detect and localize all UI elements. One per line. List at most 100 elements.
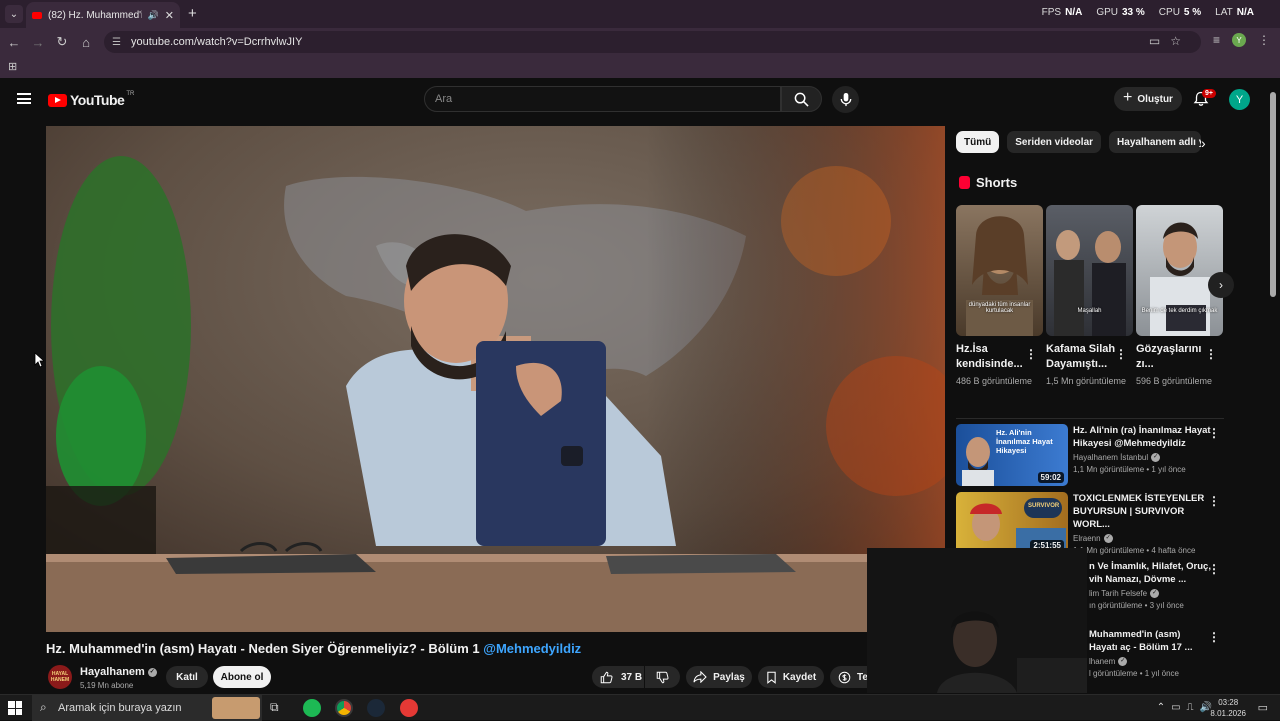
region-code: TR [126,91,135,97]
video-channel[interactable]: Elraenn ✓ [1073,534,1211,544]
tab-search-button[interactable]: ⌄ [5,5,23,23]
short-card[interactable]: Maşallah Kafama Silah Dayamıştı... ⋮ 1,5… [1046,205,1133,388]
media-controls-icon[interactable]: ≡ [1213,33,1220,47]
chip-all[interactable]: Tümü [956,131,1000,153]
address-bar[interactable]: ☰ youtube.com/watch?v=DcrrhvlwJIY ▭☆ [104,31,1201,53]
bookmark-star-icon[interactable]: ▭☆ [1149,34,1191,48]
thanks-dollar-icon [838,671,851,683]
search-button[interactable] [781,86,822,112]
subscribe-button[interactable]: Abone ol [213,666,271,688]
spotify-app-icon[interactable] [303,699,321,717]
audio-playing-icon[interactable]: 🔊 [148,10,159,21]
more-options-icon[interactable]: ⋮ [1208,630,1220,644]
dislike-button[interactable] [645,666,680,688]
recommended-video[interactable]: SURVIVOR 2:51:55 TOXICLENMEK İSTEYENLER … [956,492,1224,556]
save-button[interactable]: Kaydet [758,666,824,688]
notification-center-icon[interactable]: ▭ [1258,701,1268,714]
apps-grid-icon[interactable]: ⊞ [8,60,17,73]
shorts-next-button[interactable]: › [1208,272,1234,298]
task-view-icon[interactable]: ⧉ [270,700,279,715]
browser-tab-active[interactable]: (82) Hz. Muhammed'in (asm 🔊 ✕ [26,2,180,28]
video-player[interactable] [46,126,945,632]
short-thumbnail-image [966,216,1033,336]
search-placeholder: Ara [435,93,453,105]
account-avatar[interactable]: Y [1229,89,1250,110]
perf-gpu: GPU 33 % [1096,7,1145,18]
more-options-icon[interactable]: ⋮ [1208,562,1220,576]
filter-chips: Tümü Seriden videolar Hayalhanem adlı yü… [956,131,1202,153]
chrome-app-icon[interactable] [335,699,353,717]
browser-toolbar: ← → ↻ ⌂ ☰ youtube.com/watch?v=DcrrhvlwJI… [0,28,1280,56]
short-thumbnail[interactable]: Benim de tek derdim çıkmak [1136,205,1223,336]
video-title[interactable]: Hz. Ali'nin (ra) İnanılmaz Hayat Hikayes… [1073,424,1211,450]
verified-badge-icon: ✓ [1118,657,1128,667]
video-channel[interactable]: lim Tarih Felsefe ✓ [1089,589,1211,599]
mouse-cursor-icon [34,352,44,368]
video-meta: 1,1 Mn görüntüleme • 1 yıl önce [1073,465,1186,475]
recording-app-icon[interactable] [400,699,418,717]
video-title[interactable]: TOXICLENMEK İSTEYENLER BUYURSUN | SURVIV… [1073,492,1211,531]
taskbar-search-input[interactable]: ⌕ Aramak için buraya yazın [32,695,262,721]
windows-start-icon[interactable] [8,701,22,715]
browser-tab-strip: ⌄ (82) Hz. Muhammed'in (asm 🔊 ✕ + FPSN/A… [0,0,1280,28]
video-title[interactable]: n Ve İmamlık, Hilafet, Oruç, vih Namazı,… [1089,560,1211,586]
short-title[interactable]: Gözyaşlarını zı... [1136,342,1208,372]
new-tab-button[interactable]: + [188,5,197,22]
verified-badge-icon: ✓ [1150,589,1160,599]
more-options-icon[interactable]: ⋮ [1115,347,1127,361]
short-card[interactable]: dünyadaki tüm insanlar kurtulacak Hz.İsa… [956,205,1043,388]
video-thumbnail[interactable]: SURVIVOR 2:51:55 [956,492,1068,554]
short-thumbnail[interactable]: Maşallah [1046,205,1133,336]
video-title[interactable]: Muhammed'in (asm) Hayatı aç - Bölüm 17 .… [1089,628,1211,654]
like-button[interactable]: 37 B [592,666,644,688]
video-thumbnail[interactable]: Hz. Ali'nin İnanılmaz Hayat Hikayesi 59:… [956,424,1068,486]
perf-lat: LAT N/A [1215,7,1254,18]
browser-profile-avatar[interactable]: Y [1232,33,1246,47]
mention-link[interactable]: @Mehmedyildiz [483,641,581,656]
page-scrollbar[interactable] [1270,92,1276,297]
steam-app-icon[interactable] [367,699,385,717]
video-frame [46,126,945,632]
site-info-icon[interactable]: ☰ [112,37,121,48]
url-text[interactable]: youtube.com/watch?v=DcrrhvlwJIY [131,36,302,48]
video-channel[interactable]: lhanem ✓ [1089,657,1211,667]
back-arrow-icon[interactable]: ← [2,35,26,50]
short-caption: Maşallah [1077,308,1102,314]
forward-arrow-icon[interactable]: → [26,35,50,50]
short-card[interactable]: Benim de tek derdim çıkmak Gözyaşlarını … [1136,205,1223,388]
chip-channel-uploads[interactable]: Hayalhanem adlı yükl [1109,131,1202,153]
short-thumbnail[interactable]: dünyadaki tüm insanlar kurtulacak [956,205,1043,336]
system-tray-icons[interactable]: ⌃▭⎍🔊 [1157,702,1218,713]
short-title[interactable]: Kafama Silah Dayamıştı... [1046,342,1118,372]
perf-cpu: CPU 5 % [1158,7,1202,18]
search-input[interactable]: Ara [424,86,781,112]
channel-avatar[interactable]: HAYAL HANEM [48,665,72,689]
chip-series[interactable]: Seriden videolar [1007,131,1102,153]
short-views: 486 B görüntüleme [956,376,1033,386]
youtube-logo[interactable]: YouTube TR [48,91,135,108]
channel-name[interactable]: Hayalhanem ✓ [80,666,157,678]
share-label: Paylaş [713,671,745,683]
reload-icon[interactable]: ↻ [50,34,74,50]
create-button[interactable]: + Oluştur [1114,87,1182,111]
hamburger-menu-icon[interactable] [17,93,31,104]
share-button[interactable]: Paylaş [686,666,752,688]
thumbnail-text: Hz. Ali'nin İnanılmaz Hayat Hikayesi [996,428,1053,455]
chevron-right-icon[interactable]: › [1201,135,1206,151]
join-button[interactable]: Katıl [166,666,208,688]
recommended-video[interactable]: Hz. Ali'nin İnanılmaz Hayat Hikayesi 59:… [956,424,1224,486]
thanks-button[interactable]: Te [830,666,870,688]
search-icon: ⌕ [40,700,47,714]
video-meta: 1,1 Mn görüntüleme • 4 hafta önce [1073,546,1196,556]
home-icon[interactable]: ⌂ [74,35,98,50]
more-options-icon[interactable]: ⋮ [1208,426,1220,440]
voice-search-button[interactable] [832,86,859,113]
close-tab-icon[interactable]: ✕ [165,9,174,22]
more-options-icon[interactable]: ⋮ [1205,347,1217,361]
video-channel[interactable]: Hayalhanem İstanbul ✓ [1073,453,1211,463]
more-options-icon[interactable]: ⋮ [1208,494,1220,508]
more-options-icon[interactable]: ⋮ [1025,347,1037,361]
browser-menu-icon[interactable]: ⋮ [1258,33,1270,47]
short-title[interactable]: Hz.İsa kendisinde... [956,342,1028,372]
taskbar-clock[interactable]: 03:28 8.01.2026 [1210,697,1246,719]
